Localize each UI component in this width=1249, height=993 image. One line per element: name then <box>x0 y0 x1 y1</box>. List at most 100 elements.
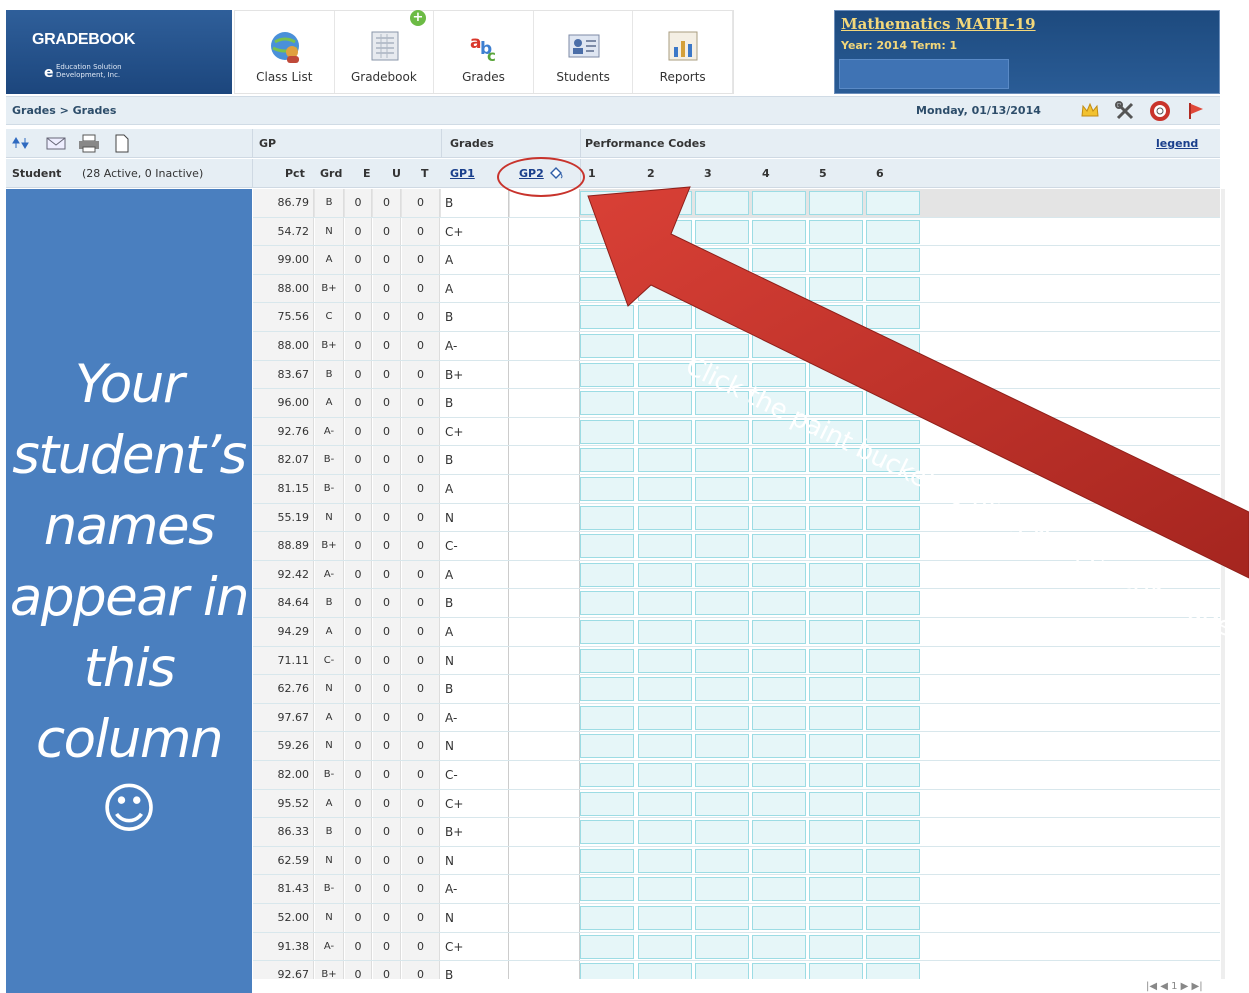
gp1-cell[interactable]: C- <box>441 532 509 560</box>
performance-code-cell-5[interactable] <box>809 505 863 530</box>
performance-code-cell-4[interactable] <box>752 248 806 273</box>
performance-code-cell-4[interactable] <box>752 620 806 644</box>
performance-code-cell-1[interactable] <box>580 820 634 845</box>
paint-bucket-icon[interactable] <box>549 167 563 180</box>
performance-code-cell-4[interactable] <box>752 362 806 387</box>
gp1-cell[interactable]: B <box>441 589 509 617</box>
performance-code-cell-5[interactable] <box>809 820 863 845</box>
performance-code-cell-1[interactable] <box>580 534 634 559</box>
performance-code-cell-1[interactable] <box>580 505 634 530</box>
performance-code-cell-6[interactable] <box>866 734 920 759</box>
performance-code-cell-5[interactable] <box>809 906 863 930</box>
performance-code-cell-4[interactable] <box>752 934 806 959</box>
performance-code-cell-1[interactable] <box>580 648 634 673</box>
performance-code-cell-5[interactable] <box>809 677 863 702</box>
performance-code-cell-2[interactable] <box>638 763 692 787</box>
performance-code-cell-3[interactable] <box>695 477 749 501</box>
performance-code-cell-4[interactable] <box>752 648 806 673</box>
gp1-cell[interactable]: C+ <box>441 417 509 446</box>
email-icon[interactable] <box>46 136 66 151</box>
performance-code-cell-2[interactable] <box>638 248 692 273</box>
performance-code-cell-4[interactable] <box>752 848 806 873</box>
performance-code-cell-6[interactable] <box>866 677 920 702</box>
performance-code-cell-5[interactable] <box>809 648 863 673</box>
performance-code-cell-5[interactable] <box>809 448 863 473</box>
performance-code-cell-1[interactable] <box>580 677 634 702</box>
performance-code-cell-1[interactable] <box>580 191 634 215</box>
performance-code-cell-5[interactable] <box>809 219 863 244</box>
performance-code-cell-1[interactable] <box>580 877 634 902</box>
grid-scrollbar[interactable] <box>1221 189 1225 979</box>
help-lifebuoy-icon[interactable] <box>1150 101 1170 121</box>
performance-code-cell-3[interactable] <box>695 305 749 330</box>
performance-code-cell-3[interactable] <box>695 906 749 930</box>
gp1-column-link[interactable]: GP1 <box>450 159 475 188</box>
gp1-cell[interactable]: B <box>441 303 509 331</box>
gp2-cell[interactable] <box>510 417 580 446</box>
performance-code-cell-6[interactable] <box>866 562 920 587</box>
gp2-cell[interactable] <box>510 761 580 789</box>
performance-code-cell-2[interactable] <box>638 877 692 902</box>
performance-code-cell-5[interactable] <box>809 276 863 301</box>
performance-code-cell-3[interactable] <box>695 534 749 559</box>
nav-class-list[interactable]: Class List <box>235 11 335 93</box>
performance-code-cell-2[interactable] <box>638 591 692 616</box>
gp2-cell[interactable] <box>510 646 580 675</box>
gp1-cell[interactable]: B+ <box>441 360 509 389</box>
gp2-cell[interactable] <box>510 503 580 532</box>
performance-code-cell-3[interactable] <box>695 191 749 215</box>
performance-code-cell-1[interactable] <box>580 448 634 473</box>
performance-code-cell-6[interactable] <box>866 877 920 902</box>
performance-code-cell-2[interactable] <box>638 276 692 301</box>
performance-code-cell-3[interactable] <box>695 362 749 387</box>
course-title-link[interactable]: Mathematics MATH-19 <box>841 15 1036 33</box>
performance-code-cell-6[interactable] <box>866 505 920 530</box>
performance-code-cell-5[interactable] <box>809 877 863 902</box>
performance-code-cell-1[interactable] <box>580 248 634 273</box>
performance-code-cell-2[interactable] <box>638 562 692 587</box>
performance-code-cell-4[interactable] <box>752 963 806 979</box>
performance-code-cell-2[interactable] <box>638 505 692 530</box>
nav-reports[interactable]: Reports <box>633 11 733 93</box>
gp1-cell[interactable]: B <box>441 189 509 217</box>
performance-code-cell-4[interactable] <box>752 705 806 730</box>
performance-code-cell-2[interactable] <box>638 305 692 330</box>
performance-code-cell-4[interactable] <box>752 219 806 244</box>
performance-code-cell-5[interactable] <box>809 791 863 816</box>
gp1-cell[interactable]: A <box>441 246 509 274</box>
gp1-cell[interactable]: A <box>441 274 509 303</box>
performance-code-cell-2[interactable] <box>638 448 692 473</box>
gp1-cell[interactable]: A- <box>441 332 509 360</box>
performance-code-cell-6[interactable] <box>866 477 920 501</box>
performance-code-cell-6[interactable] <box>866 219 920 244</box>
performance-code-cell-5[interactable] <box>809 248 863 273</box>
performance-code-cell-2[interactable] <box>638 391 692 416</box>
gp2-cell[interactable] <box>510 789 580 818</box>
performance-code-cell-5[interactable] <box>809 477 863 501</box>
performance-code-cell-6[interactable] <box>866 534 920 559</box>
performance-code-cell-2[interactable] <box>638 934 692 959</box>
performance-code-cell-6[interactable] <box>866 334 920 358</box>
gp2-cell[interactable] <box>510 818 580 846</box>
performance-code-cell-2[interactable] <box>638 219 692 244</box>
performance-code-cell-1[interactable] <box>580 362 634 387</box>
performance-code-cell-3[interactable] <box>695 763 749 787</box>
performance-code-cell-4[interactable] <box>752 391 806 416</box>
gp1-cell[interactable]: C+ <box>441 217 509 246</box>
performance-code-cell-4[interactable] <box>752 505 806 530</box>
sort-arrows-icon[interactable] <box>12 136 30 150</box>
performance-code-cell-5[interactable] <box>809 562 863 587</box>
legend-link[interactable]: legend <box>1156 129 1198 158</box>
gp1-cell[interactable]: N <box>441 732 509 760</box>
performance-code-cell-2[interactable] <box>638 362 692 387</box>
gp2-column-link[interactable]: GP2 <box>519 159 544 188</box>
performance-code-cell-5[interactable] <box>809 734 863 759</box>
performance-code-cell-6[interactable] <box>866 848 920 873</box>
performance-code-cell-3[interactable] <box>695 591 749 616</box>
gp2-cell[interactable] <box>510 875 580 903</box>
performance-code-cell-5[interactable] <box>809 191 863 215</box>
gp1-cell[interactable]: N <box>441 646 509 675</box>
performance-code-cell-4[interactable] <box>752 534 806 559</box>
crown-icon[interactable] <box>1080 101 1100 121</box>
performance-code-cell-2[interactable] <box>638 477 692 501</box>
